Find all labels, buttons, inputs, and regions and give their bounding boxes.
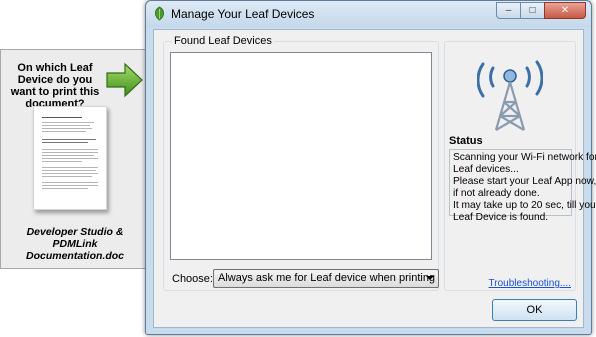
window-controls: – □ ✕ bbox=[496, 2, 586, 19]
maximize-button[interactable]: □ bbox=[520, 2, 545, 19]
chevron-down-icon bbox=[426, 276, 434, 280]
arrow-right-icon bbox=[106, 62, 143, 98]
status-line: Leaf devices... bbox=[453, 164, 519, 175]
wifi-tower-icon bbox=[477, 60, 543, 131]
device-choice-value: Always ask me for Leaf device when print… bbox=[218, 272, 436, 284]
status-line: Leaf Device is found. bbox=[453, 212, 549, 223]
troubleshooting-link[interactable]: Troubleshooting.... bbox=[489, 278, 571, 289]
close-button[interactable]: ✕ bbox=[544, 2, 586, 19]
choose-label: Choose: bbox=[172, 273, 213, 285]
status-line: if not already done. bbox=[453, 188, 540, 199]
print-prompt-question: On which Leaf Device do you want to prin… bbox=[10, 62, 100, 110]
ok-button[interactable]: OK bbox=[492, 299, 577, 321]
status-line: It may take up to 20 sec, till your bbox=[453, 200, 596, 211]
found-devices-group: Found Leaf Devices Choose: Always ask me… bbox=[163, 35, 439, 291]
window-titlebar[interactable]: Manage Your Leaf Devices – □ ✕ bbox=[146, 1, 591, 27]
device-choice-dropdown[interactable]: Always ask me for Leaf device when print… bbox=[213, 269, 439, 288]
minimize-button[interactable]: – bbox=[496, 2, 521, 19]
status-message: Scanning your Wi-Fi network for Leaf dev… bbox=[449, 149, 596, 223]
status-panel: Status Scanning your Wi-Fi network for L… bbox=[444, 41, 596, 291]
window-title: Manage Your Leaf Devices bbox=[171, 7, 315, 21]
window-client-area: Found Leaf Devices Choose: Always ask me… bbox=[153, 29, 596, 328]
document-thumbnail bbox=[33, 106, 107, 210]
document-filename: Developer Studio & PDMLink Documentation… bbox=[25, 226, 124, 262]
device-list[interactable] bbox=[170, 52, 432, 260]
status-line: Please start your Leaf App now, bbox=[453, 176, 596, 187]
status-heading: Status bbox=[449, 135, 483, 147]
status-line: Scanning your Wi-Fi network for bbox=[453, 152, 596, 163]
found-devices-title: Found Leaf Devices bbox=[172, 35, 274, 47]
manage-devices-window: Manage Your Leaf Devices – □ ✕ Found Lea… bbox=[145, 0, 596, 335]
leaf-app-icon bbox=[154, 6, 165, 21]
